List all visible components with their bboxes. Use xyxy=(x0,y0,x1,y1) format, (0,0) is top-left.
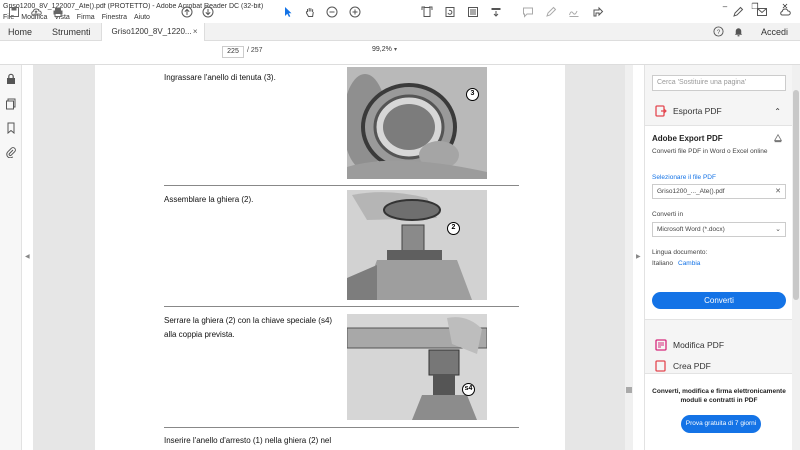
language-label: Lingua documento: xyxy=(652,249,708,256)
page-thumbnails-icon[interactable] xyxy=(5,98,17,110)
rotate-page-icon[interactable] xyxy=(443,4,457,20)
menu-help[interactable]: Aiuto xyxy=(134,14,150,21)
export-pdf-icon xyxy=(655,105,667,117)
export-pdf-section[interactable]: Esporta PDF ⌃ xyxy=(645,103,793,119)
tab-bar: Home Strumenti Griso1200_8V_1220... × ? … xyxy=(0,22,800,41)
cloud-upload-icon[interactable] xyxy=(28,4,44,20)
export-pdf-panel: Adobe Export PDF Converti file PDF in Wo… xyxy=(645,125,793,320)
step-divider xyxy=(164,185,519,186)
tools-panel-scrollbar[interactable] xyxy=(792,65,800,450)
help-icon[interactable]: ? xyxy=(709,23,729,41)
step-divider xyxy=(164,427,519,428)
title-bar: Griso1200_8V_122007_Ate().pdf (PROTETTO)… xyxy=(0,0,800,12)
convert-format-select[interactable]: Microsoft Word (*.docx) ⌄ xyxy=(652,222,786,237)
bell-icon[interactable] xyxy=(729,23,749,41)
pdf-page: Ingrassare l'anello di tenuta (3). 3 Ass… xyxy=(95,65,565,450)
change-language-link[interactable]: Cambia xyxy=(678,260,700,267)
edit-pdf-icon xyxy=(655,339,667,351)
export-title: Adobe Export PDF xyxy=(652,134,723,143)
scroll-mode-icon[interactable] xyxy=(466,4,480,20)
zoom-out-icon[interactable] xyxy=(325,4,339,20)
sign-icon[interactable] xyxy=(567,4,581,20)
chevron-up-icon[interactable]: ⌃ xyxy=(774,107,781,116)
menu-bar: File Modifica Vista Firma Finestra Aiuto xyxy=(0,12,800,23)
document-scrollbar[interactable] xyxy=(625,65,633,450)
tab-tools[interactable]: Strumenti xyxy=(42,23,101,41)
edit-pdf-section[interactable]: Modifica PDF xyxy=(645,337,793,353)
zoom-level[interactable]: 99,2% xyxy=(372,46,392,53)
trial-promo: Converti, modifica e firma elettronicame… xyxy=(645,373,793,450)
menu-window[interactable]: Finestra xyxy=(102,14,127,21)
document-scrollbar-thumb[interactable] xyxy=(626,387,632,393)
left-sidebar xyxy=(0,65,22,450)
collapse-right-panel-icon[interactable]: ▶ xyxy=(636,253,641,260)
callout-s4: s4 xyxy=(462,383,475,396)
create-pdf-section[interactable]: Crea PDF xyxy=(645,360,793,372)
select-cursor-icon[interactable] xyxy=(281,4,295,20)
highlight-pen-icon[interactable] xyxy=(544,4,558,20)
tools-search-input[interactable]: Cerca 'Sostituire una pagina' xyxy=(652,75,786,91)
convert-button[interactable]: Converti xyxy=(652,292,786,309)
selected-file-name: Griso1200_..._Ate().pdf xyxy=(657,188,725,195)
tab-document-label: Griso1200_8V_1220... xyxy=(111,27,192,36)
tab-document[interactable]: Griso1200_8V_1220... × xyxy=(100,22,205,41)
export-pdf-label: Esporta PDF xyxy=(673,106,722,116)
signin-button[interactable]: Accedi xyxy=(749,27,800,37)
language-value: Italiano xyxy=(652,260,673,267)
prev-page-icon[interactable] xyxy=(180,4,194,20)
email-icon[interactable] xyxy=(754,4,770,20)
next-page-icon[interactable] xyxy=(201,4,215,20)
export-description: Converti file PDF in Word o Excel online xyxy=(652,148,768,155)
selected-file-field[interactable]: Griso1200_..._Ate().pdf ✕ xyxy=(652,184,786,199)
page-total: / 257 xyxy=(247,47,263,54)
convert-format-value: Microsoft Word (*.docx) xyxy=(657,226,725,233)
photo-ring-nut xyxy=(347,190,487,300)
cloud-share-icon[interactable] xyxy=(777,4,793,20)
callout-2: 2 xyxy=(447,222,460,235)
photo-seal-ring xyxy=(347,67,487,179)
stamp-icon xyxy=(773,133,783,145)
step-text-1: Ingrassare l'anello di tenuta (3). xyxy=(164,73,276,82)
read-mode-icon[interactable] xyxy=(489,4,503,20)
step-text-3: Serrare la ghiera (2) con la chiave spec… xyxy=(164,316,333,339)
tools-panel-scrollbar-thumb[interactable] xyxy=(793,90,799,300)
comment-icon[interactable] xyxy=(521,4,535,20)
convert-to-label: Converti in xyxy=(652,211,684,218)
step-text-2: Assemblare la ghiera (2). xyxy=(164,195,254,204)
promo-text: Converti, modifica e firma elettronicame… xyxy=(652,388,786,404)
fill-sign-icon[interactable] xyxy=(730,4,746,20)
step-text-4: Inserire l'anello d'arresto (1) nella gh… xyxy=(164,436,332,445)
free-trial-button[interactable]: Prova gratuita di 7 giorni xyxy=(681,415,761,433)
create-pdf-label: Crea PDF xyxy=(673,361,711,371)
hand-tool-icon[interactable] xyxy=(303,4,317,20)
clear-file-icon[interactable]: ✕ xyxy=(775,185,781,198)
tab-close-icon[interactable]: × xyxy=(193,27,198,36)
attachment-icon[interactable] xyxy=(5,146,17,159)
print-icon[interactable] xyxy=(50,4,66,20)
select-file-link[interactable]: Selezionare il file PDF xyxy=(652,174,716,181)
share-icon[interactable] xyxy=(591,4,605,20)
save-icon[interactable] xyxy=(6,4,22,20)
tab-home[interactable]: Home xyxy=(0,23,42,41)
zoom-dropdown-icon[interactable]: ▾ xyxy=(394,46,397,53)
zoom-in-icon[interactable] xyxy=(348,4,362,20)
chevron-down-icon[interactable]: ⌄ xyxy=(775,223,781,236)
lock-icon[interactable] xyxy=(5,73,17,85)
bookmark-icon[interactable] xyxy=(5,122,17,135)
page-number-input[interactable]: 225 xyxy=(222,46,244,58)
photo-special-wrench xyxy=(347,314,487,420)
tools-panel: Cerca 'Sostituire una pagina' Esporta PD… xyxy=(644,65,793,450)
document-view[interactable]: Ingrassare l'anello di tenuta (3). 3 Ass… xyxy=(33,65,625,450)
create-pdf-icon xyxy=(655,360,666,372)
collapse-left-panel-icon[interactable]: ◀ xyxy=(25,253,30,260)
step-divider xyxy=(164,306,519,307)
fit-page-icon[interactable] xyxy=(420,4,434,20)
svg-text:?: ? xyxy=(717,29,721,36)
callout-3: 3 xyxy=(466,88,479,101)
menu-sign[interactable]: Firma xyxy=(77,14,95,21)
toolbar xyxy=(0,41,800,65)
edit-pdf-label: Modifica PDF xyxy=(673,340,725,350)
